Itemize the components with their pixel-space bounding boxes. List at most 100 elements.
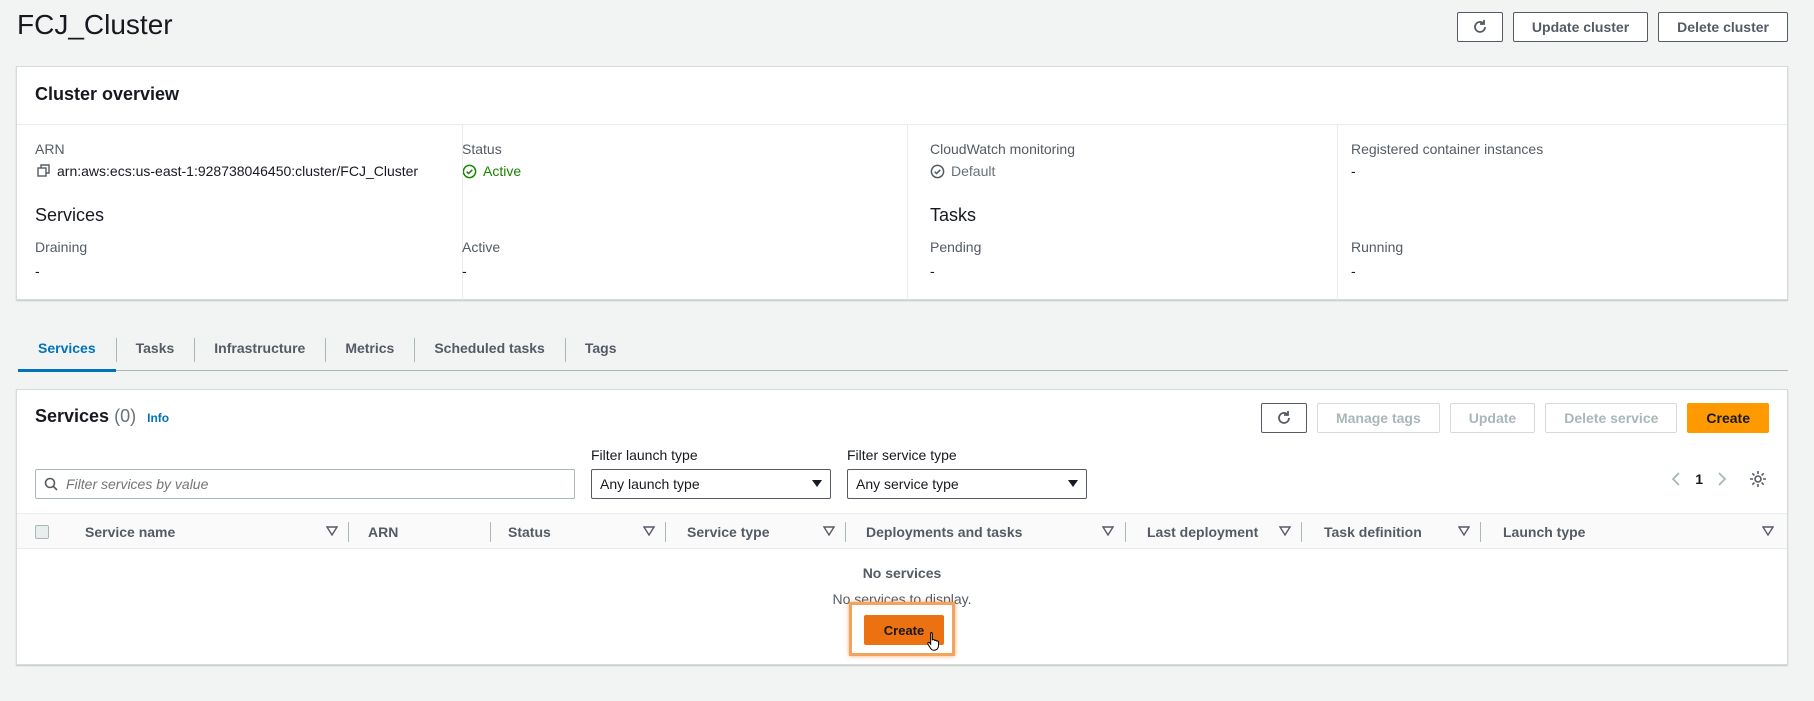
column-divider <box>1301 522 1302 542</box>
check-circle-icon <box>462 164 477 178</box>
caret-down-icon <box>1068 480 1078 487</box>
filter-launch-label: Filter launch type <box>591 447 698 463</box>
cluster-overview-panel: Cluster overview ARN arn:aws:ecs:us-east… <box>16 66 1788 300</box>
hand-cursor-icon <box>927 631 939 651</box>
copy-icon[interactable] <box>37 164 51 178</box>
cluster-tabs: Services Tasks Infrastructure Metrics Sc… <box>18 326 1788 372</box>
sort-icon[interactable] <box>643 526 655 536</box>
col-last-deployment[interactable]: Last deployment <box>1147 514 1258 550</box>
col-service-type[interactable]: Service type <box>687 514 770 550</box>
launch-type-select[interactable]: Any launch type <box>591 469 831 499</box>
overview-col-cloudwatch: CloudWatch monitoring Default Tasks Pend… <box>930 125 1368 300</box>
tab-tags[interactable]: Tags <box>564 326 637 371</box>
sort-icon[interactable] <box>823 526 835 536</box>
refresh-services-button[interactable] <box>1260 403 1307 433</box>
sort-icon[interactable] <box>1458 526 1470 536</box>
tab-metrics[interactable]: Metrics <box>325 326 414 371</box>
pending-label: Pending <box>930 239 982 255</box>
gear-icon[interactable] <box>1749 470 1767 488</box>
arn-label: ARN <box>35 141 65 157</box>
page-title: FCJ_Cluster <box>17 9 173 40</box>
tab-services[interactable]: Services <box>18 326 116 372</box>
services-section-title: Services <box>35 205 105 225</box>
col-service-name[interactable]: Service name <box>85 514 175 550</box>
launch-type-value: Any launch type <box>600 476 700 492</box>
refresh-button[interactable] <box>1456 12 1503 42</box>
refresh-icon <box>1474 20 1486 33</box>
empty-state: No services No services to display. <box>17 565 1787 607</box>
service-type-value: Any service type <box>856 476 959 492</box>
tab-tasks[interactable]: Tasks <box>115 326 195 371</box>
arn-value: arn:aws:ecs:us-east-1:928738046450:clust… <box>37 163 418 179</box>
status-label: Status <box>462 141 502 157</box>
arn-text: arn:aws:ecs:us-east-1:928738046450:clust… <box>57 163 419 179</box>
col-arn[interactable]: ARN <box>368 514 398 550</box>
table-header: Service name ARN Status Service type Dep… <box>17 513 1787 549</box>
divider <box>1337 125 1338 300</box>
column-divider <box>1125 522 1126 542</box>
registered-value: - <box>1351 163 1356 179</box>
create-service-button[interactable]: Create <box>1687 403 1769 433</box>
column-divider <box>1480 522 1481 542</box>
sort-icon[interactable] <box>1279 526 1291 536</box>
active-value: - <box>462 263 467 279</box>
running-label: Running <box>1351 239 1404 255</box>
header-actions: Update cluster Delete cluster <box>1456 12 1788 42</box>
services-title-text: Services <box>35 406 110 426</box>
cluster-overview-title: Cluster overview <box>17 67 1787 125</box>
active-label: Active <box>462 239 501 255</box>
caret-down-icon <box>812 480 822 487</box>
overview-col-arn: ARN arn:aws:ecs:us-east-1:928738046450:c… <box>17 125 455 300</box>
filter-service-label: Filter service type <box>847 447 957 463</box>
col-status[interactable]: Status <box>508 514 551 550</box>
sort-icon[interactable] <box>326 526 338 536</box>
page-number[interactable]: 1 <box>1695 471 1703 487</box>
tasks-section-title: Tasks <box>930 205 977 225</box>
services-count: (0) <box>114 406 137 426</box>
col-deployments-and-tasks[interactable]: Deployments and tasks <box>866 514 1022 550</box>
registered-label: Registered container instances <box>1351 141 1544 157</box>
services-title: Services (0) Info <box>35 406 169 427</box>
search-icon <box>44 477 58 491</box>
services-actions: Manage tags Update Delete service Create <box>1260 403 1769 433</box>
overview-col-registered: Registered container instances - Running… <box>1351 125 1789 300</box>
column-divider <box>348 522 349 542</box>
sort-icon[interactable] <box>1102 526 1114 536</box>
pagination: 1 <box>1671 470 1767 488</box>
search-box[interactable] <box>35 469 575 499</box>
page-header: FCJ_Cluster Update cluster Delete cluste… <box>0 0 1814 52</box>
status-text: Active <box>483 163 522 179</box>
select-all-checkbox[interactable] <box>35 525 49 539</box>
overview-col-active: Active - <box>462 205 900 300</box>
status-value: Active <box>462 163 521 179</box>
empty-title: No services <box>862 565 942 581</box>
update-cluster-button[interactable]: Update cluster <box>1512 12 1649 42</box>
cloudwatch-value: Default <box>930 163 995 179</box>
check-circle-icon <box>930 164 945 178</box>
pending-value: - <box>930 263 935 279</box>
tab-infrastructure[interactable]: Infrastructure <box>194 326 325 371</box>
chevron-right-icon[interactable] <box>1717 471 1727 487</box>
delete-cluster-button[interactable]: Delete cluster <box>1658 12 1788 42</box>
col-launch-type[interactable]: Launch type <box>1503 514 1585 550</box>
search-input[interactable] <box>66 476 556 492</box>
services-panel: Services (0) Info Manage tags Update Del… <box>16 389 1788 665</box>
sort-icon[interactable] <box>1762 526 1774 536</box>
cloudwatch-label: CloudWatch monitoring <box>930 141 1075 157</box>
manage-tags-button[interactable]: Manage tags <box>1316 403 1440 433</box>
overview-col-status: Status Active <box>462 125 900 205</box>
service-type-select[interactable]: Any service type <box>847 469 1087 499</box>
draining-label: Draining <box>35 239 88 255</box>
divider <box>907 125 908 300</box>
draining-value: - <box>35 263 40 279</box>
cloudwatch-text: Default <box>951 163 996 179</box>
delete-service-button[interactable]: Delete service <box>1545 403 1678 433</box>
update-service-button[interactable]: Update <box>1449 403 1536 433</box>
overview-grid: ARN arn:aws:ecs:us-east-1:928738046450:c… <box>17 125 1787 300</box>
tab-scheduled-tasks[interactable]: Scheduled tasks <box>414 326 565 371</box>
create-highlight: Create <box>849 602 955 656</box>
column-divider <box>845 522 846 542</box>
col-task-definition[interactable]: Task definition <box>1324 514 1422 550</box>
chevron-left-icon[interactable] <box>1671 471 1681 487</box>
info-link[interactable]: Info <box>147 411 169 425</box>
